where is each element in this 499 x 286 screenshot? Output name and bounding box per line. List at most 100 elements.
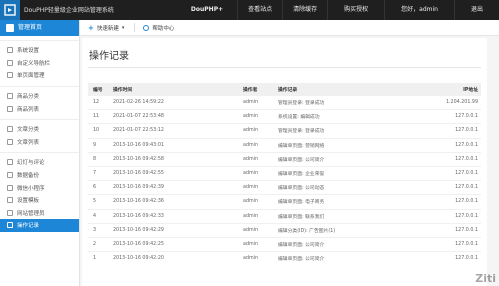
cell-action: 编辑单页面: 电子商务	[278, 200, 325, 206]
cell-operator: admin	[243, 128, 259, 134]
cell-ip: 127.0.0.1	[455, 156, 478, 162]
table-row: 1 2013-10-16 09:42:20 admin 编辑单页面: 公司简介 127.…	[88, 251, 481, 265]
sidebar-item-slides[interactable]: 幻灯与评论	[0, 156, 79, 169]
nav-douphp-plus[interactable]: DouPHP+	[177, 0, 237, 20]
cell-time: 2013-10-16 09:42:29	[113, 227, 164, 233]
cell-ip: 127.0.0.1	[455, 185, 478, 191]
watermark: Ziti	[475, 272, 496, 285]
nav-logout[interactable]: 退出	[453, 0, 499, 20]
table-row: 10 2021-01-07 22:53:12 admin 管理员登录: 登录成功 127…	[88, 123, 481, 137]
sidebar-item-operation-log[interactable]: 操作记录	[0, 219, 79, 232]
cell-ip: 127.0.0.1	[455, 241, 478, 247]
quick-new-button[interactable]: + 快速新建 ▾	[88, 24, 124, 32]
plus-icon: +	[88, 23, 94, 32]
nav-view-site[interactable]: 查看站点	[237, 0, 282, 20]
sidebar-home-label: 管理首页	[18, 24, 43, 31]
cell-operator: admin	[243, 142, 259, 148]
cell-operator: admin	[243, 241, 259, 247]
cell-ip: 127.0.0.1	[455, 114, 478, 120]
cell-time: 2013-10-16 09:42:55	[113, 171, 164, 177]
home-icon	[6, 24, 14, 32]
cell-action: 编辑单页面: 公司动态	[278, 186, 325, 192]
sidebar-item-admins[interactable]: 网站管理员	[0, 207, 79, 220]
table-row: 11 2021-01-07 22:53:48 admin 系统设置: 编辑成功 127.…	[88, 109, 481, 123]
table-row: 4 2013-10-16 09:42:33 admin 编辑单页面: 联系我们 127.…	[88, 208, 481, 223]
nav-clear-cache[interactable]: 清除缓存	[282, 0, 327, 20]
column-header-id: 编号	[93, 87, 103, 93]
cell-operator: admin	[243, 185, 259, 191]
log-icon	[7, 222, 13, 229]
cell-operator: admin	[243, 256, 259, 262]
gear-icon	[7, 47, 13, 54]
table-row: 5 2013-10-16 09:42:36 admin 编辑单页面: 电子商务 127.…	[88, 194, 481, 208]
table-row: 12 2021-02-26 14:59:22 admin 管理员登录: 登录成功 1.2…	[88, 95, 481, 109]
cell-time: 2021-02-26 14:59:22	[113, 100, 164, 106]
cell-time: 2013-10-16 09:42:36	[113, 199, 164, 205]
cell-action: 管理员登录: 登录成功	[278, 101, 325, 107]
cell-id: 8	[93, 156, 97, 162]
nav-icon	[7, 59, 13, 66]
cell-ip: 127.0.0.1	[455, 199, 478, 205]
list-icon	[7, 105, 13, 112]
cell-operator: admin	[243, 213, 259, 219]
cell-time: 2021-01-07 22:53:12	[113, 128, 164, 134]
cell-operator: admin	[243, 227, 259, 233]
cell-operator: admin	[243, 171, 259, 177]
column-header-action: 操作记录	[278, 87, 298, 93]
sidebar-item-product-category[interactable]: 商品分类	[0, 90, 79, 103]
cell-action: 编辑单页面: 公司简介	[278, 257, 325, 263]
cell-id: 10	[93, 128, 100, 134]
cell-id: 1	[93, 256, 97, 262]
divider	[0, 148, 79, 154]
cell-operator: admin	[243, 114, 259, 120]
divider	[0, 36, 79, 41]
column-header-time: 操作时间	[113, 87, 133, 93]
sidebar-item-mini-program[interactable]: 微信小程序	[0, 181, 79, 194]
table-row: 8 2013-10-16 09:42:58 admin 编辑单页面: 公司简介 127.…	[88, 151, 481, 166]
table-row: 6 2013-10-16 09:42:39 admin 编辑单页面: 公司动态 127.…	[88, 180, 481, 194]
help-center-link[interactable]: 帮助中心	[143, 24, 174, 32]
logo[interactable]	[0, 0, 20, 20]
sidebar-item-custom-nav[interactable]: 自定义导航栏	[0, 57, 79, 70]
divider	[134, 23, 136, 32]
cell-ip: 1.204.201.99	[445, 100, 478, 106]
cell-id: 12	[93, 100, 100, 106]
user-icon	[7, 209, 13, 216]
cell-id: 6	[93, 185, 97, 191]
cell-action: 编辑单页面: 企业荣誉	[278, 172, 325, 178]
cell-ip: 127.0.0.1	[455, 171, 478, 177]
main-panel: 操作记录 编号 操作时间 操作者 操作记录 IP地址 12 2021-02-26 …	[82, 38, 487, 286]
cell-ip: 127.0.0.1	[455, 227, 478, 233]
sidebar-item-article-category[interactable]: 文章分类	[0, 123, 79, 136]
cell-action: 编辑单页面: 公司简介	[278, 242, 325, 248]
table-row: 3 2013-10-16 09:42:29 admin 编辑分类(ID): 广告图片(…	[88, 222, 481, 237]
divider	[0, 82, 79, 87]
nav-user-greeting[interactable]: 您好，admin	[384, 0, 454, 20]
folder-icon	[7, 93, 13, 100]
divider	[88, 67, 481, 68]
sidebar: 管理首页 系统设置 自定义导航栏 单页面管理 商品分类 商品列表 文章分类 文章…	[0, 20, 80, 286]
cell-id: 4	[93, 213, 97, 219]
page-title: 操作记录	[89, 51, 129, 62]
cell-time: 2013-10-16 09:42:25	[113, 241, 164, 247]
cell-id: 11	[93, 114, 100, 120]
template-icon	[7, 197, 13, 204]
sidebar-item-single-page[interactable]: 单页面管理	[0, 69, 79, 82]
sidebar-item-system-settings[interactable]: 系统设置	[0, 44, 79, 57]
column-header-ip: IP地址	[463, 87, 478, 93]
table-row: 7 2013-10-16 09:42:55 admin 编辑单页面: 企业荣誉 127.…	[88, 165, 481, 180]
chevron-down-icon: ▾	[121, 24, 125, 31]
sidebar-home[interactable]: 管理首页	[0, 20, 79, 36]
sidebar-item-template[interactable]: 设置模板	[0, 194, 79, 207]
sidebar-item-backup[interactable]: 数据备份	[0, 169, 79, 182]
page-icon	[7, 72, 13, 79]
sidebar-item-product-list[interactable]: 商品列表	[0, 102, 79, 115]
list-icon	[7, 138, 13, 145]
sidebar-item-article-list[interactable]: 文章列表	[0, 136, 79, 149]
app-title: DouPHP轻量级企业网站管理系统	[24, 7, 114, 14]
cell-action: 系统设置: 编辑成功	[278, 115, 320, 121]
table-row: 2 2013-10-16 09:42:25 admin 编辑单页面: 公司简介 127.…	[88, 236, 481, 251]
nav-buy-license[interactable]: 购买授权	[327, 0, 384, 20]
cell-ip: 127.0.0.1	[455, 256, 478, 262]
cell-ip: 127.0.0.1	[455, 128, 478, 134]
